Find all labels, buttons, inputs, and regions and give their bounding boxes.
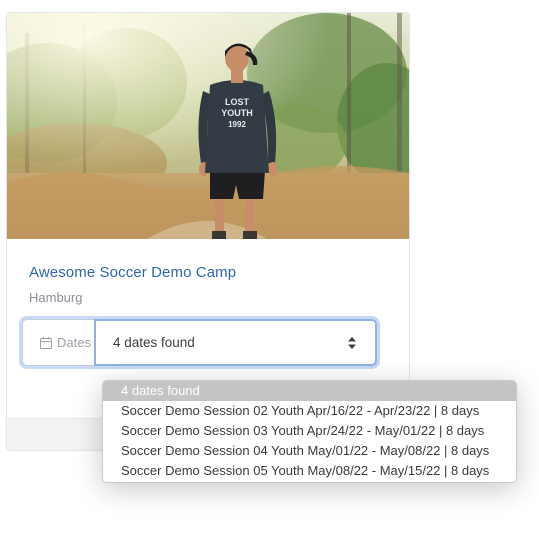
dates-select[interactable]: 4 dates found: [94, 319, 377, 366]
dropdown-option[interactable]: Soccer Demo Session 02 Youth Apr/16/22 -…: [103, 401, 516, 421]
svg-text:YOUTH: YOUTH: [221, 108, 253, 118]
camp-photo[interactable]: LOST YOUTH 1992: [7, 13, 409, 239]
camp-title-link[interactable]: Awesome Soccer Demo Camp: [29, 264, 236, 281]
dates-input-group: Dates 4 dates found: [22, 319, 377, 366]
calendar-icon: [40, 336, 52, 349]
dates-addon: Dates: [22, 319, 94, 366]
camp-location: Hamburg: [29, 290, 83, 305]
svg-text:1992: 1992: [228, 120, 246, 129]
page: LOST YOUTH 1992 Awesome Soccer Demo Camp…: [0, 0, 539, 540]
sort-arrows-icon: [348, 337, 356, 349]
svg-text:LOST: LOST: [225, 97, 250, 107]
dates-select-value: 4 dates found: [113, 335, 195, 350]
dropdown-option[interactable]: Soccer Demo Session 03 Youth Apr/24/22 -…: [103, 421, 516, 441]
dates-addon-label: Dates: [57, 335, 91, 350]
dropdown-option[interactable]: Soccer Demo Session 05 Youth May/08/22 -…: [103, 461, 516, 481]
dropdown-option[interactable]: Soccer Demo Session 04 Youth May/01/22 -…: [103, 441, 516, 461]
dates-dropdown-list: 4 dates found Soccer Demo Session 02 You…: [102, 380, 517, 483]
dropdown-option[interactable]: 4 dates found: [103, 381, 516, 401]
